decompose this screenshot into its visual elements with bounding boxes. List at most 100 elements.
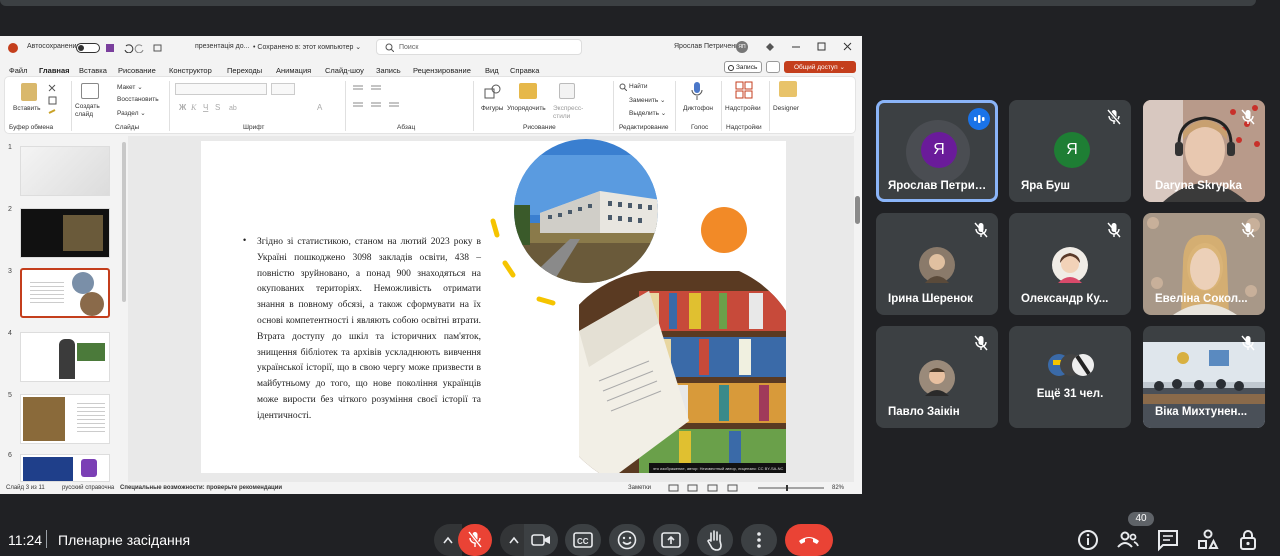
chat-icon[interactable] bbox=[1156, 528, 1180, 552]
microphone-icon[interactable] bbox=[691, 81, 703, 101]
participant-tile-7[interactable]: Павло Заікін bbox=[876, 326, 998, 428]
designer-icon[interactable] bbox=[779, 81, 797, 97]
slide-thumbnail-6[interactable] bbox=[20, 454, 110, 482]
layout-button[interactable]: Макет ⌄ bbox=[117, 83, 143, 91]
zoom-slider[interactable] bbox=[756, 484, 826, 492]
more-options-button[interactable] bbox=[741, 524, 777, 556]
participant-tile-2[interactable]: Я Яра Буш bbox=[1009, 100, 1131, 202]
mic-off-icon bbox=[1241, 109, 1255, 125]
meeting-info-icon[interactable] bbox=[1076, 528, 1100, 552]
addins-group-label: Надстройки bbox=[726, 124, 762, 131]
svg-text:A: A bbox=[317, 103, 323, 112]
slide-thumbnail-4[interactable] bbox=[20, 332, 110, 382]
participant-name: Віка Михтунен... bbox=[1155, 406, 1248, 418]
participant-tile-9[interactable]: Віка Михтунен... bbox=[1143, 326, 1265, 428]
raise-hand-button[interactable] bbox=[697, 524, 733, 556]
addins-label[interactable]: Надстройки bbox=[725, 105, 761, 112]
host-controls-icon[interactable] bbox=[1236, 528, 1260, 552]
notes-button[interactable]: Заметки bbox=[628, 485, 651, 491]
save-status[interactable]: • Сохранено в: этот компьютер ⌄ bbox=[253, 43, 361, 51]
reset-button[interactable]: Восстановить bbox=[117, 96, 159, 103]
slide-body-text[interactable]: Згідно зі статистикою, станом на лютий 2… bbox=[257, 235, 481, 425]
account-name[interactable]: Ярослав Петриченко bbox=[674, 43, 742, 50]
replace-button[interactable]: Заменить ⌄ bbox=[629, 96, 665, 104]
arrange-label[interactable]: Упорядочить bbox=[507, 105, 546, 112]
reactions-button[interactable] bbox=[609, 524, 645, 556]
tab-insert[interactable]: Вставка bbox=[79, 66, 107, 75]
participant-tile-3[interactable]: Daryna Skrypka bbox=[1143, 100, 1265, 202]
tab-review[interactable]: Рецензирование bbox=[413, 66, 471, 75]
comments-button[interactable] bbox=[766, 61, 780, 73]
language-indicator[interactable]: русский справочна bbox=[62, 485, 114, 491]
tab-draw[interactable]: Рисование bbox=[118, 66, 156, 75]
quick-styles-label[interactable]: Экспресс-стили bbox=[553, 105, 583, 121]
quick-access-icons[interactable] bbox=[106, 43, 166, 53]
slide-thumbnail-1[interactable] bbox=[20, 146, 110, 196]
zoom-level[interactable]: 82% bbox=[832, 485, 844, 491]
paste-icon[interactable] bbox=[21, 83, 37, 101]
svg-text:CC: CC bbox=[577, 537, 589, 546]
participant-tile-more[interactable]: Ещё 31 чел. bbox=[1009, 326, 1131, 428]
tab-file[interactable]: Файл bbox=[9, 66, 27, 75]
tab-help[interactable]: Справка bbox=[510, 66, 539, 75]
closed-captions-icon: CC bbox=[573, 532, 593, 548]
image-license-caption: это изображение, автор: Неизвестный авто… bbox=[653, 466, 783, 471]
quick-styles-icon[interactable] bbox=[559, 83, 575, 99]
font-size-select[interactable] bbox=[271, 83, 295, 95]
new-slide-icon[interactable] bbox=[81, 83, 99, 99]
window-controls[interactable] bbox=[764, 42, 854, 52]
find-button[interactable]: Найти bbox=[629, 83, 648, 90]
current-slide[interactable]: • Згідно зі статистикою, станом на лютий… bbox=[201, 139, 786, 473]
participant-tile-4[interactable]: Ірина Шеренок bbox=[876, 213, 998, 315]
powerpoint-logo-icon bbox=[8, 43, 18, 53]
camera-toggle-button[interactable] bbox=[524, 524, 558, 556]
slide-thumbnail-2[interactable] bbox=[20, 208, 110, 258]
participant-name: Яра Буш bbox=[1021, 180, 1070, 192]
people-icon[interactable] bbox=[1116, 528, 1140, 552]
tab-animation[interactable]: Анимация bbox=[276, 66, 311, 75]
select-button[interactable]: Выделить ⌄ bbox=[629, 109, 666, 117]
thumbnail-scrollbar[interactable] bbox=[122, 142, 126, 302]
tab-transitions[interactable]: Переходы bbox=[227, 66, 262, 75]
record-button[interactable]: Запись bbox=[724, 61, 762, 73]
slides-group-label: Слайды bbox=[115, 124, 140, 131]
view-mode-icons[interactable] bbox=[668, 484, 756, 492]
participant-name: Павло Заікін bbox=[888, 406, 960, 418]
microphone-toggle-button[interactable] bbox=[458, 524, 492, 556]
clipboard-small-icons[interactable] bbox=[47, 83, 59, 119]
autosave-label: Автосохранение bbox=[27, 43, 81, 50]
tab-record[interactable]: Запись bbox=[376, 66, 401, 75]
tab-design[interactable]: Конструктор bbox=[169, 66, 212, 75]
tab-slideshow[interactable]: Слайд-шоу bbox=[325, 66, 364, 75]
library-books-image[interactable]: это изображение, автор: Неизвестный авто… bbox=[579, 271, 786, 473]
activities-icon[interactable] bbox=[1196, 528, 1220, 552]
shapes-label[interactable]: Фигуры bbox=[481, 105, 503, 112]
present-screen-button[interactable] bbox=[653, 524, 689, 556]
slide-thumbnail-3-selected[interactable] bbox=[20, 268, 110, 318]
font-family-select[interactable] bbox=[175, 83, 267, 95]
new-slide-label[interactable]: Создать слайд bbox=[75, 103, 105, 119]
shapes-icon[interactable] bbox=[483, 83, 503, 101]
paragraph-icons[interactable] bbox=[351, 83, 441, 113]
autosave-toggle[interactable] bbox=[76, 43, 100, 53]
participant-tile-6[interactable]: Евеліна Сокол... bbox=[1143, 213, 1265, 315]
addins-icon[interactable] bbox=[735, 81, 753, 99]
slide-thumbnail-5[interactable] bbox=[20, 394, 110, 444]
account-avatar[interactable]: ЯП bbox=[736, 41, 748, 53]
accessibility-status[interactable]: Специальные возможности: проверьте реком… bbox=[120, 485, 282, 491]
meeting-control-bar: 11:24 Пленарне засідання CC 40 bbox=[0, 508, 1280, 556]
tab-view[interactable]: Вид bbox=[485, 66, 499, 75]
section-button[interactable]: Раздел ⌄ bbox=[117, 109, 146, 117]
participant-tile-5[interactable]: Олександр Ку... bbox=[1009, 213, 1131, 315]
captions-button[interactable]: CC bbox=[565, 524, 601, 556]
canvas-scrollbar[interactable] bbox=[854, 136, 862, 482]
participant-tile-1[interactable]: Я Ярослав Петриче... bbox=[876, 100, 998, 202]
designer-label[interactable]: Designer bbox=[773, 105, 799, 112]
share-button[interactable]: Общий доступ ⌄ bbox=[784, 61, 856, 73]
leave-call-button[interactable] bbox=[785, 524, 833, 556]
search-box[interactable]: Поиск bbox=[376, 39, 582, 55]
font-format-icons[interactable]: Ж К Ч Sab A bbox=[177, 101, 345, 113]
arrange-icon[interactable] bbox=[519, 83, 537, 99]
paste-label[interactable]: Вставить bbox=[13, 105, 41, 112]
dictate-label[interactable]: Диктофон bbox=[683, 105, 713, 112]
